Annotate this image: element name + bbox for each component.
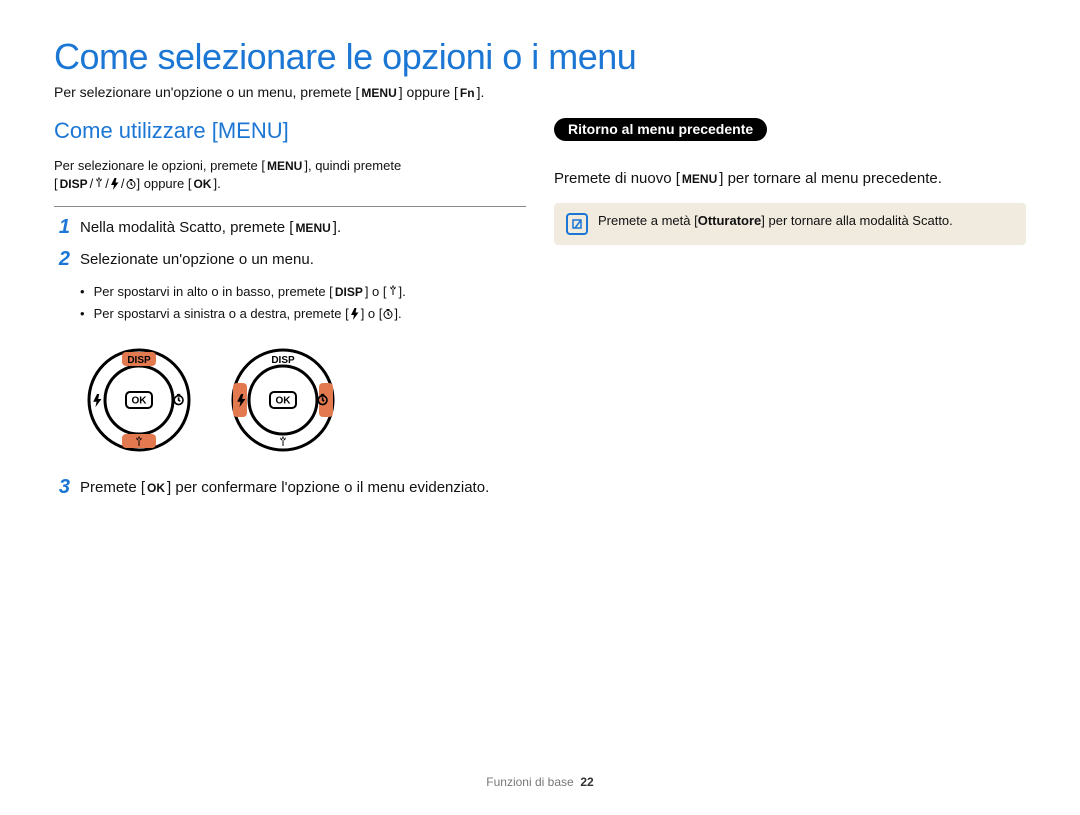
step-text: Premete [OK] per confermare l'opzione o … xyxy=(80,477,526,499)
b2-end: ]. xyxy=(394,306,401,321)
dial-illustrations: DISP OK DISP xyxy=(84,345,526,455)
return-post: ] per tornare al menu precedente. xyxy=(719,170,942,187)
page-title: Come selezionare le opzioni o i menu xyxy=(54,36,1026,78)
sub2-end: ]. xyxy=(213,176,220,191)
timer-icon xyxy=(382,305,394,317)
menu-label: MENU xyxy=(359,86,398,100)
bullet-1: • Per spostarvi in alto o in basso, prem… xyxy=(80,281,526,303)
return-pre: Premete di nuovo [ xyxy=(554,170,680,187)
sub-post: ], quindi premete xyxy=(304,158,401,173)
dial-lr-highlight: DISP OK xyxy=(228,345,338,455)
footer-section: Funzioni di base xyxy=(486,775,573,789)
step-text: Nella modalità Scatto, premete [MENU]. xyxy=(80,217,526,239)
disp-label: DISP xyxy=(333,282,365,302)
menu-label: MENU xyxy=(265,158,304,175)
tulip-icon xyxy=(93,176,105,193)
note-box: Premete a metà [Otturatore] per tornare … xyxy=(554,203,1026,245)
intro-mid: ] oppure [ xyxy=(399,84,458,100)
note-post: ] per tornare alla modalità Scatto. xyxy=(761,213,953,228)
b1-pre: Per spostarvi in alto o in basso, premet… xyxy=(94,284,333,299)
step3-post: ] per confermare l'opzione o il menu evi… xyxy=(167,479,489,496)
sub-pre: Per selezionare le opzioni, premete [ xyxy=(54,158,265,173)
right-column: Ritorno al menu precedente Premete di nu… xyxy=(554,118,1026,509)
note-text: Premete a metà [Otturatore] per tornare … xyxy=(598,213,953,228)
fn-label: Fn xyxy=(458,86,477,100)
section-subtext: Per selezionare le opzioni, premete [MEN… xyxy=(54,157,526,193)
return-heading-pill: Ritorno al menu precedente xyxy=(554,118,767,141)
tulip-icon xyxy=(387,282,399,302)
b2-pre: Per spostarvi a sinistra o a destra, pre… xyxy=(94,306,349,321)
ok-label: OK xyxy=(191,176,213,193)
step-number: 1 xyxy=(54,217,70,237)
intro-text: Per selezionare un'opzione o un menu, pr… xyxy=(54,84,1026,100)
intro-end: ]. xyxy=(477,84,485,100)
svg-text:OK: OK xyxy=(276,396,292,407)
dial-disp-highlight: DISP OK xyxy=(84,345,194,455)
step-3: 3 Premete [OK] per confermare l'opzione … xyxy=(54,477,526,499)
menu-label: MENU xyxy=(680,171,719,188)
b1-mid: ] o [ xyxy=(365,284,387,299)
b2-mid: ] o [ xyxy=(361,306,383,321)
return-text: Premete di nuovo [MENU] per tornare al m… xyxy=(554,168,1026,189)
step-text: Selezionate un'opzione o un menu. xyxy=(80,249,526,271)
step-number: 2 xyxy=(54,249,70,269)
step3-pre: Premete [ xyxy=(80,479,145,496)
step1-pre: Nella modalità Scatto, premete [ xyxy=(80,219,293,236)
step-number: 3 xyxy=(54,477,70,497)
step1-post: ]. xyxy=(333,219,341,236)
b1-end: ]. xyxy=(399,284,406,299)
disp-label: DISP xyxy=(58,176,90,193)
section-heading: Come utilizzare [MENU] xyxy=(54,118,526,144)
svg-text:DISP: DISP xyxy=(127,355,151,366)
step-list: 1 Nella modalità Scatto, premete [MENU].… xyxy=(54,206,526,498)
ok-label: OK xyxy=(145,480,167,497)
flash-icon xyxy=(349,305,361,317)
menu-label: MENU xyxy=(293,220,332,237)
flash-icon xyxy=(109,177,121,189)
note-icon xyxy=(566,213,588,235)
timer-icon xyxy=(125,177,137,189)
page-footer: Funzioni di base 22 xyxy=(0,775,1080,789)
note-pre: Premete a metà [ xyxy=(598,213,698,228)
svg-text:DISP: DISP xyxy=(271,355,295,366)
footer-page: 22 xyxy=(580,775,593,789)
sub2-mid: ] oppure [ xyxy=(137,176,192,191)
left-column: Come utilizzare [MENU] Per selezionare l… xyxy=(54,118,526,509)
step-1: 1 Nella modalità Scatto, premete [MENU]. xyxy=(54,217,526,239)
svg-text:OK: OK xyxy=(132,396,148,407)
two-column-layout: Come utilizzare [MENU] Per selezionare l… xyxy=(54,118,1026,509)
step-2: 2 Selezionate un'opzione o un menu. xyxy=(54,249,526,271)
bullet-2: • Per spostarvi a sinistra o a destra, p… xyxy=(80,303,526,325)
shutter-label: Otturatore xyxy=(698,213,762,228)
step2-bullets: • Per spostarvi in alto o in basso, prem… xyxy=(80,281,526,325)
intro-pre: Per selezionare un'opzione o un menu, pr… xyxy=(54,84,359,100)
